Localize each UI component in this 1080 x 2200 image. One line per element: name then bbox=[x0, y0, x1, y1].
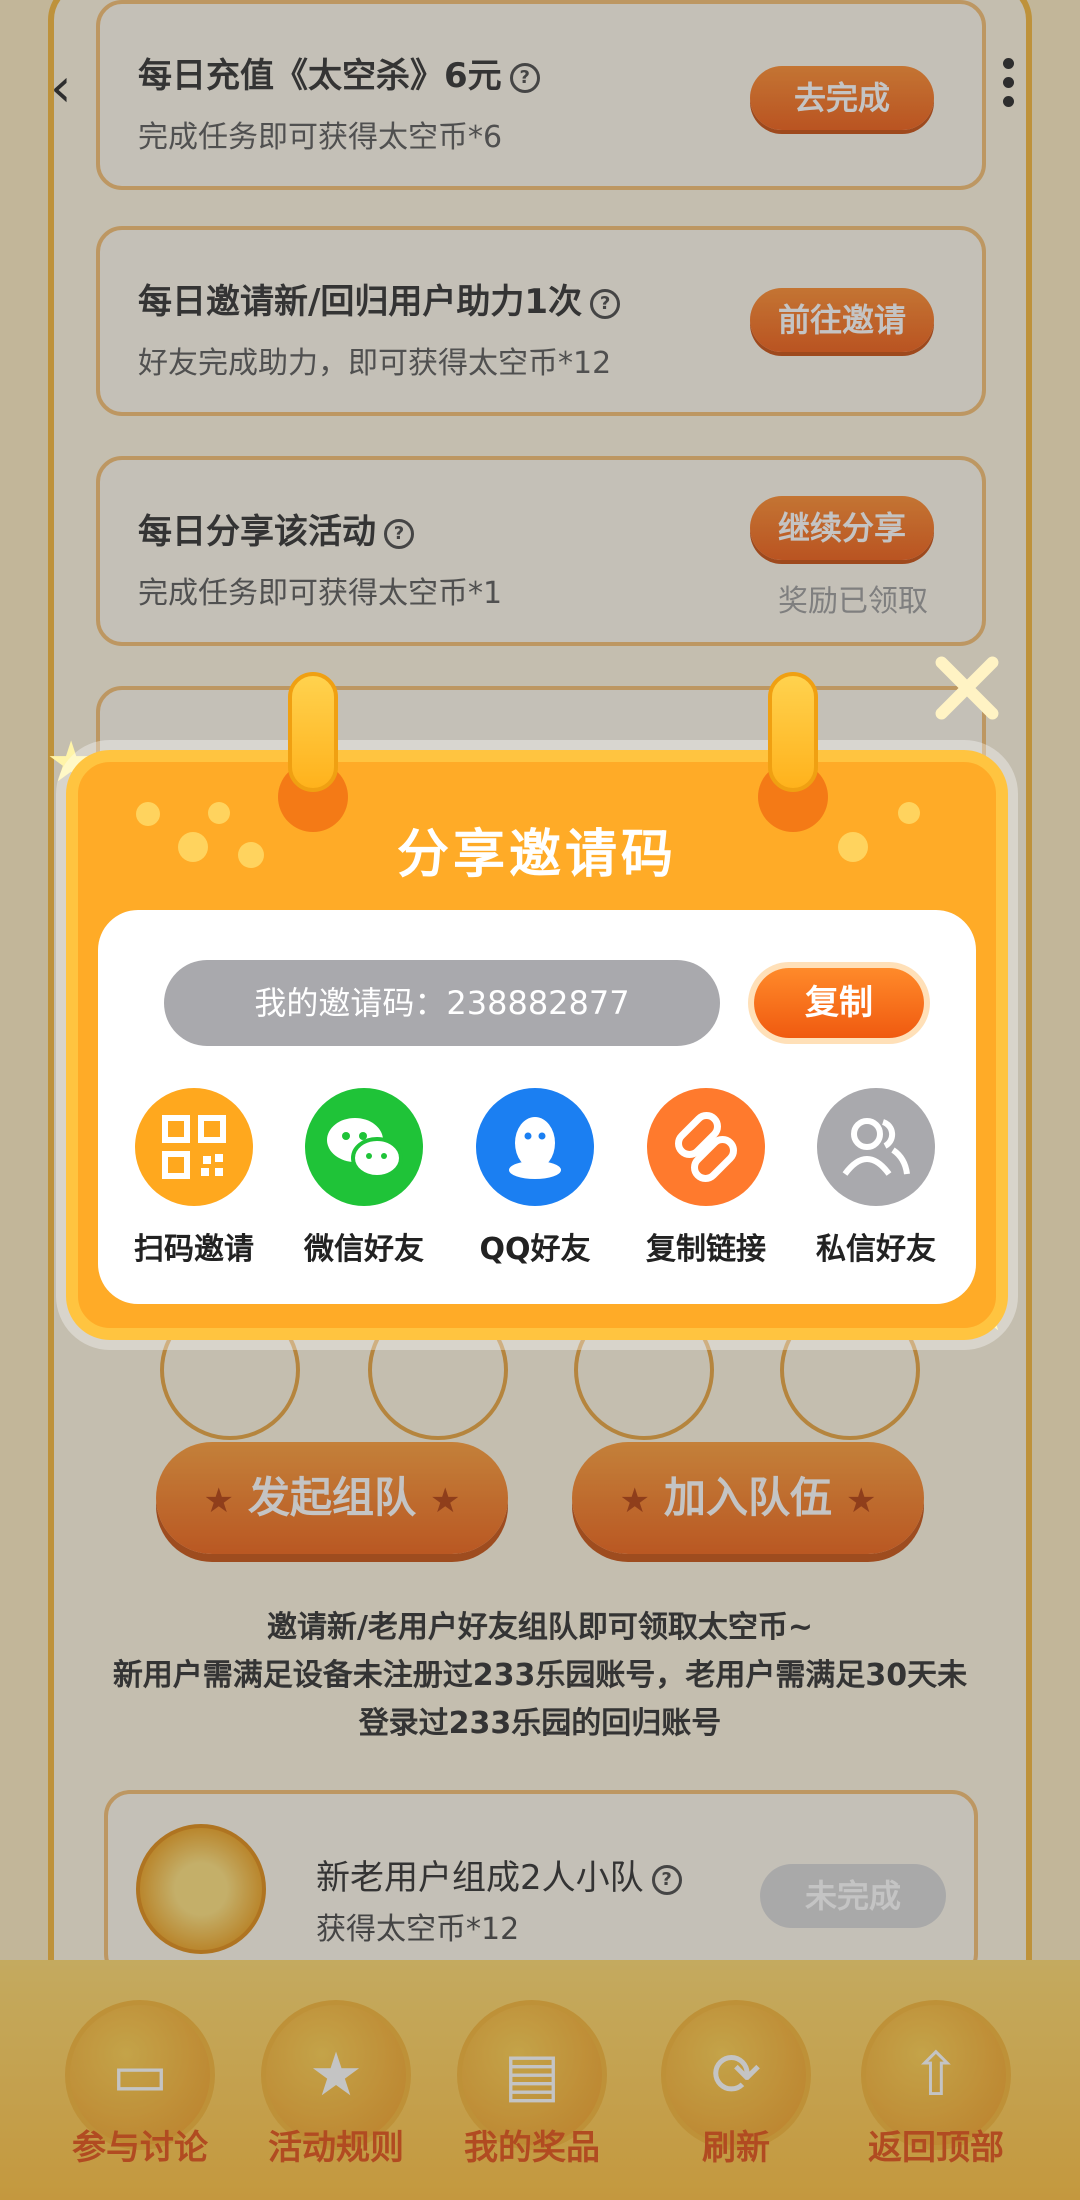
copy-code-button[interactable]: 复制 bbox=[754, 968, 924, 1038]
share-qq[interactable]: QQ好友 bbox=[455, 1088, 615, 1268]
qrcode-icon bbox=[135, 1088, 253, 1206]
close-icon[interactable] bbox=[930, 650, 1002, 722]
qq-icon bbox=[476, 1088, 594, 1206]
friends-icon bbox=[817, 1088, 935, 1206]
modal-content: 我的邀请码：238882877 复制 扫码邀请 微信好友 QQ好友 复制链接 私… bbox=[98, 910, 976, 1304]
share-label: 复制链接 bbox=[646, 1232, 766, 1267]
share-qrcode[interactable]: 扫码邀请 bbox=[114, 1088, 274, 1268]
modal-title: 分享邀请码 bbox=[396, 825, 677, 885]
share-label: 私信好友 bbox=[816, 1232, 936, 1267]
share-copy-link[interactable]: 复制链接 bbox=[626, 1088, 786, 1268]
share-label: 微信好友 bbox=[304, 1232, 424, 1267]
binder-ring bbox=[288, 672, 338, 792]
link-icon bbox=[647, 1088, 765, 1206]
share-invite-modal: 分享邀请码 我的邀请码：238882877 复制 扫码邀请 微信好友 QQ好友 … bbox=[66, 672, 1008, 1340]
share-label: QQ好友 bbox=[479, 1232, 591, 1267]
share-wechat[interactable]: 微信好友 bbox=[284, 1088, 444, 1268]
share-label: 扫码邀请 bbox=[134, 1232, 254, 1267]
binder-ring bbox=[768, 672, 818, 792]
share-private-message[interactable]: 私信好友 bbox=[796, 1088, 956, 1268]
wechat-icon bbox=[305, 1088, 423, 1206]
invite-code-field: 我的邀请码：238882877 bbox=[164, 960, 720, 1046]
